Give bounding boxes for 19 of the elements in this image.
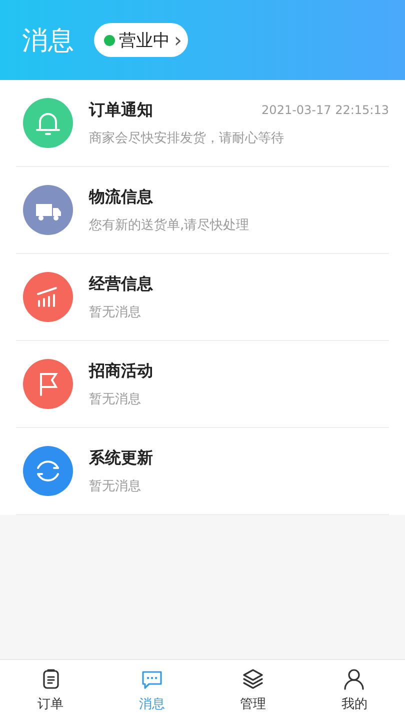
message-title: 订单通知 <box>89 100 153 120</box>
message-title: 系统更新 <box>89 448 153 468</box>
message-preview: 商家会尽快安排发货，请耐心等待 <box>89 130 285 146</box>
message-time: 2021-03-17 22:15:13 <box>262 103 389 117</box>
message-title: 招商活动 <box>89 360 153 382</box>
nav-tab[interactable]: 订单 <box>0 660 102 720</box>
user-icon <box>342 667 366 691</box>
chevron-icon: › <box>174 28 182 52</box>
message-preview: 暂无消息 <box>89 304 142 320</box>
message-preview: 暂无消息 <box>89 478 142 494</box>
status-toggle[interactable]: 营业中 › <box>94 23 188 57</box>
message-preview: 您有新的送货单,请尽快处理 <box>89 216 250 234</box>
layers-icon <box>241 667 266 691</box>
nav-tab[interactable]: 我的 <box>304 660 405 720</box>
page-title: 消息 <box>22 24 74 58</box>
message-title: 物流信息 <box>89 186 153 208</box>
nav-tab[interactable]: 管理 <box>202 660 304 720</box>
message-title: 经营信息 <box>89 274 153 294</box>
message-preview: 暂无消息 <box>89 390 142 408</box>
